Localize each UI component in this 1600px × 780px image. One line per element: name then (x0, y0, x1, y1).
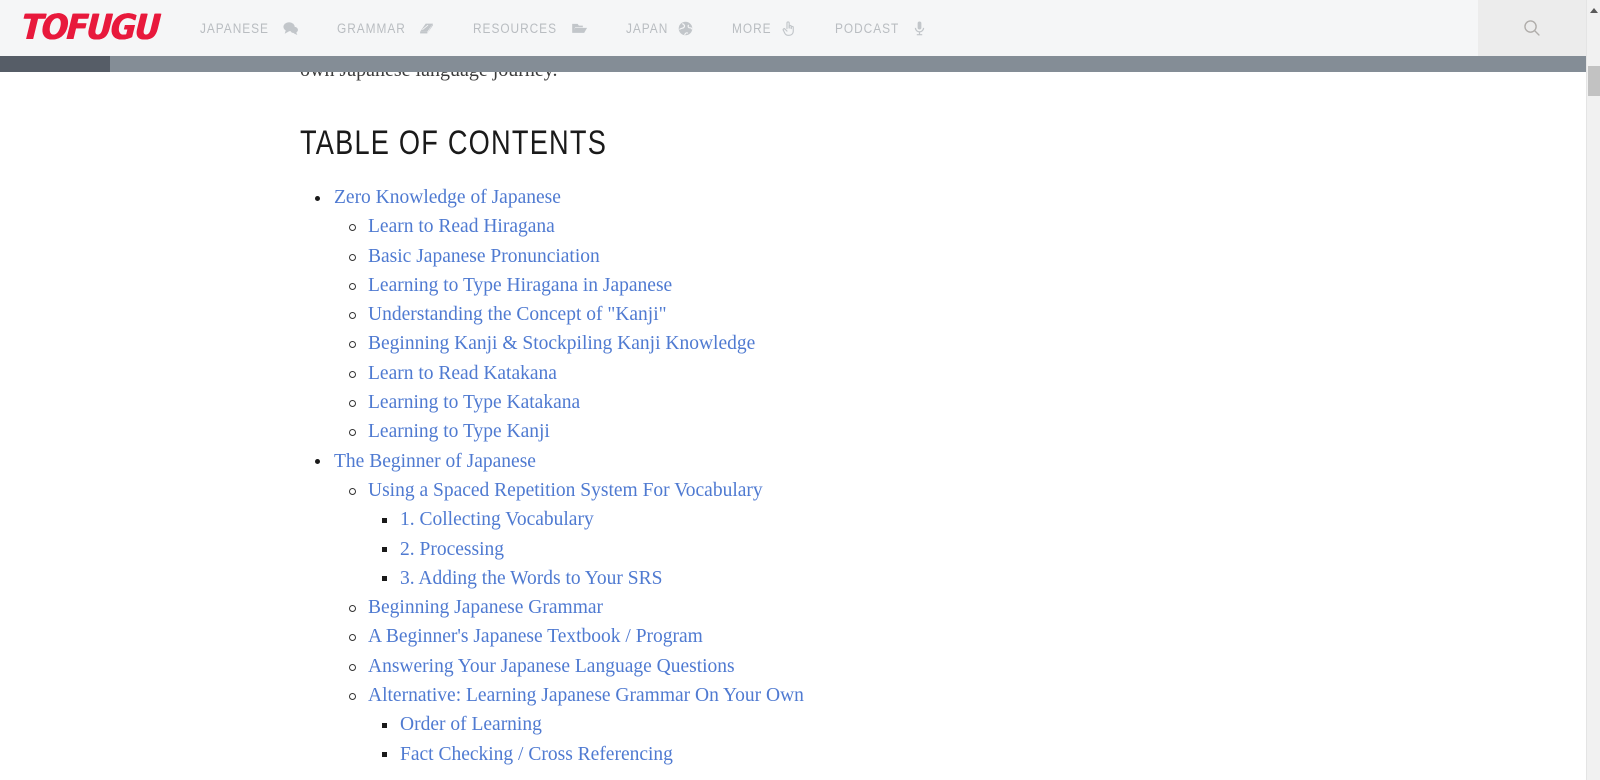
main-navigation: JAPANESE GRAMMAR RESOURCES JAPAN MORE PO… (181, 0, 1478, 56)
nav-item-resources[interactable]: RESOURCES (454, 0, 607, 56)
nav-item-japan[interactable]: JAPAN (607, 0, 713, 56)
toc-item[interactable]: Answering Your Japanese Language Questio… (349, 652, 1586, 681)
toc-item[interactable]: A Beginner's Japanese Textbook / Program (349, 622, 1586, 651)
toc-item[interactable]: The Beginner of Japanese (315, 447, 1586, 476)
nav-item-label: RESOURCES (472, 20, 557, 36)
toc-link[interactable]: Learning to Type Hiragana in Japanese (368, 275, 672, 296)
site-navbar: TOFUGU JAPANESE GRAMMAR RESOURCES JAPAN … (0, 0, 1586, 56)
toc-item[interactable]: 1. Collecting Vocabulary (382, 505, 1586, 534)
scrollbar-thumb[interactable] (1588, 66, 1600, 96)
toc-link[interactable]: Using a Spaced Repetition System For Voc… (368, 480, 763, 501)
speech-bubble-icon (282, 20, 299, 37)
nav-item-label: MORE (732, 20, 772, 36)
toc-item[interactable]: Learning to Type Katakana (349, 388, 1586, 417)
globe-icon (677, 20, 694, 37)
toc-link[interactable]: Beginning Kanji & Stockpiling Kanji Know… (368, 333, 755, 354)
search-icon (1521, 17, 1543, 39)
toc-link[interactable]: Basic Japanese Pronunciation (368, 246, 600, 267)
toc-link[interactable]: Learning to Type Kanji (368, 421, 550, 442)
toc-link[interactable]: 1. Collecting Vocabulary (400, 509, 594, 530)
toc-item[interactable]: Beginning Kanji & Stockpiling Kanji Know… (349, 329, 1586, 358)
browser-viewport: own Japanese language journey. TABLE OF … (0, 0, 1600, 780)
hand-pointing-icon (780, 20, 797, 37)
nav-item-podcast[interactable]: PODCAST (816, 0, 947, 56)
toc-item[interactable]: Basic Japanese Pronunciation (349, 242, 1586, 271)
toc-link[interactable]: A Beginner's Japanese Textbook / Program (368, 626, 703, 647)
toc-link[interactable]: Learn to Read Katakana (368, 363, 557, 384)
microphone-icon (911, 20, 928, 37)
nav-item-label: JAPANESE (200, 20, 270, 36)
page-scrollbar[interactable] (1586, 0, 1600, 780)
nav-item-label: JAPAN (626, 20, 669, 36)
nav-item-label: GRAMMAR (336, 20, 406, 36)
site-logo[interactable]: TOFUGU (20, 7, 161, 48)
toc-item[interactable]: Learn to Read Katakana (349, 359, 1586, 388)
toc-link[interactable]: Beginning Japanese Grammar (368, 597, 603, 618)
toc-item[interactable]: Beginning Japanese Grammar (349, 593, 1586, 622)
search-button[interactable] (1478, 0, 1586, 56)
nav-item-more[interactable]: MORE (713, 0, 816, 56)
toc-link[interactable]: 3. Adding the Words to Your SRS (400, 568, 662, 589)
toc-item[interactable]: 3. Adding the Words to Your SRS (382, 564, 1586, 593)
toc-item[interactable]: Learn to Read Hiragana (349, 212, 1586, 241)
toc-link[interactable]: Learning to Type Katakana (368, 392, 580, 413)
toc-item[interactable]: Learning to Type Hiragana in Japanese (349, 271, 1586, 300)
toc-list-level-1: Zero Knowledge of Japanese Learn to Read… (300, 183, 1586, 769)
folder-open-icon (571, 20, 588, 37)
toc-link[interactable]: Zero Knowledge of Japanese (334, 187, 561, 208)
scroll-up-arrow-icon[interactable] (1587, 4, 1600, 17)
toc-item[interactable]: Zero Knowledge of Japanese (315, 183, 1586, 212)
toc-item[interactable]: Using a Spaced Repetition System For Voc… (349, 476, 1586, 505)
toc-item[interactable]: 2. Processing (382, 535, 1586, 564)
site-logo-text: TOFUGU (20, 7, 161, 48)
nav-item-grammar[interactable]: GRAMMAR (318, 0, 454, 56)
toc-link[interactable]: The Beginner of Japanese (334, 451, 536, 472)
toc-link[interactable]: Learn to Read Hiragana (368, 216, 555, 237)
toc-link[interactable]: Fact Checking / Cross Referencing (400, 744, 673, 765)
toc-item[interactable]: Learning to Type Kanji (349, 417, 1586, 446)
toc-list-level-3: Order of Learning Fact Checking / Cross … (368, 710, 1586, 769)
reading-progress-track (0, 56, 1586, 72)
toc-link[interactable]: Order of Learning (400, 714, 542, 735)
toc-list-level-2: Learn to Read Hiragana Basic Japanese Pr… (334, 212, 1586, 446)
toc-link[interactable]: Answering Your Japanese Language Questio… (368, 656, 735, 677)
toc-link[interactable]: 2. Processing (400, 539, 504, 560)
toc-item[interactable]: Understanding the Concept of "Kanji" (349, 300, 1586, 329)
nav-item-label: PODCAST (835, 20, 900, 36)
toc-link[interactable]: Understanding the Concept of "Kanji" (368, 304, 667, 325)
article-content: own Japanese language journey. TABLE OF … (0, 0, 1586, 769)
toc-item[interactable]: Order of Learning (382, 710, 1586, 739)
page-title: TABLE OF CONTENTS (300, 124, 608, 162)
nav-item-japanese[interactable]: JAPANESE (181, 0, 317, 56)
reading-progress-fill (0, 56, 110, 72)
toc-list-level-3: 1. Collecting Vocabulary 2. Processing 3… (368, 505, 1586, 593)
toc-item[interactable]: Alternative: Learning Japanese Grammar O… (349, 681, 1586, 710)
toc-link[interactable]: Alternative: Learning Japanese Grammar O… (368, 685, 804, 706)
toc-item[interactable]: Fact Checking / Cross Referencing (382, 740, 1586, 769)
book-icon (418, 20, 435, 37)
toc-list-level-2: Using a Spaced Repetition System For Voc… (334, 476, 1586, 769)
